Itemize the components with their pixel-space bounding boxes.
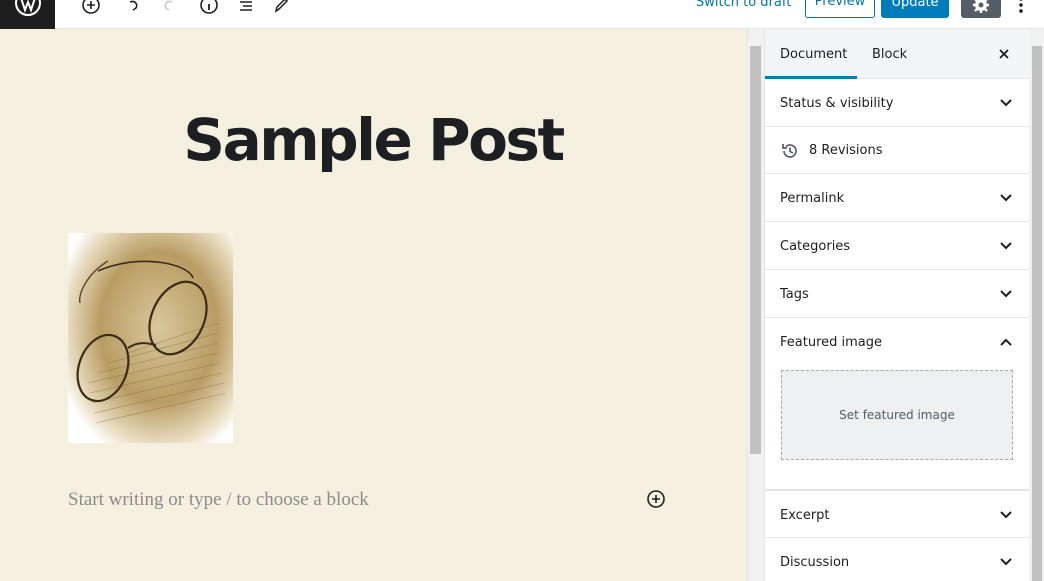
panel-status-visibility[interactable]: Status & visibility bbox=[765, 79, 1030, 127]
sidebar-tabs: Document Block bbox=[765, 29, 1030, 79]
editor-header: Switch to draft Preview Update bbox=[0, 0, 1044, 29]
close-icon bbox=[999, 49, 1009, 59]
image-block[interactable] bbox=[68, 233, 233, 443]
panel-title: Status & visibility bbox=[780, 96, 894, 111]
redo-button[interactable] bbox=[158, 0, 180, 16]
outline-button[interactable] bbox=[235, 0, 257, 16]
panel-featured-image: Featured image Set featured image bbox=[765, 318, 1030, 490]
edit-icon bbox=[274, 0, 289, 13]
gear-icon bbox=[973, 0, 989, 13]
redo-icon bbox=[164, 0, 173, 11]
panel-title: Discussion bbox=[780, 555, 850, 570]
block-placeholder[interactable]: Start writing or type / to choose a bloc… bbox=[68, 489, 369, 511]
tools-button[interactable] bbox=[270, 0, 292, 16]
inline-inserter-button[interactable] bbox=[646, 489, 666, 509]
panel-title: Tags bbox=[780, 287, 809, 302]
tab-document[interactable]: Document bbox=[765, 29, 857, 79]
tab-block[interactable]: Block bbox=[872, 29, 907, 79]
chevron-down-icon bbox=[998, 286, 1014, 302]
chevron-down-icon bbox=[998, 190, 1014, 206]
panel-title: Permalink bbox=[780, 191, 845, 206]
history-icon bbox=[782, 144, 797, 158]
update-button[interactable]: Update bbox=[881, 0, 949, 18]
close-sidebar-button[interactable] bbox=[995, 45, 1013, 63]
post-title[interactable]: Sample Post bbox=[68, 107, 678, 173]
panel-title: Excerpt bbox=[780, 508, 830, 523]
panel-excerpt[interactable]: Excerpt bbox=[765, 490, 1030, 538]
more-menu-button[interactable] bbox=[1012, 0, 1030, 18]
glasses-image bbox=[68, 233, 233, 443]
add-block-icon bbox=[647, 490, 665, 508]
panel-title: Categories bbox=[780, 239, 851, 254]
set-featured-image-button[interactable]: Set featured image bbox=[781, 370, 1013, 460]
preview-button[interactable]: Preview bbox=[805, 0, 875, 18]
chevron-down-icon bbox=[998, 507, 1014, 523]
canvas-scrollbar-thumb[interactable] bbox=[750, 46, 761, 454]
panel-discussion[interactable]: Discussion bbox=[765, 538, 1030, 581]
panel-categories[interactable]: Categories bbox=[765, 222, 1030, 270]
add-block-icon bbox=[82, 0, 100, 14]
switch-to-draft-link[interactable]: Switch to draft bbox=[696, 0, 791, 10]
wordpress-icon bbox=[14, 0, 41, 16]
add-block-button[interactable] bbox=[80, 0, 102, 16]
settings-button[interactable] bbox=[961, 0, 1001, 18]
info-icon bbox=[200, 0, 218, 14]
editor-canvas: Sample Post Start writing or type / to c… bbox=[0, 29, 747, 581]
sidebar-scrollbar-thumb[interactable] bbox=[1032, 46, 1042, 581]
panel-tags[interactable]: Tags bbox=[765, 270, 1030, 318]
info-button[interactable] bbox=[198, 0, 220, 16]
chevron-up-icon[interactable] bbox=[998, 334, 1014, 350]
panel-permalink[interactable]: Permalink bbox=[765, 174, 1030, 222]
chevron-down-icon bbox=[998, 95, 1014, 111]
revisions-link[interactable]: 8 Revisions bbox=[809, 143, 883, 158]
undo-icon bbox=[129, 0, 138, 11]
outline-icon bbox=[240, 1, 252, 11]
chevron-down-icon bbox=[998, 554, 1014, 570]
more-vertical-icon bbox=[1019, 0, 1023, 13]
undo-button[interactable] bbox=[122, 0, 144, 16]
wordpress-logo[interactable] bbox=[0, 0, 55, 29]
panel-title[interactable]: Featured image bbox=[780, 335, 882, 350]
chevron-down-icon bbox=[998, 238, 1014, 254]
panel-revisions[interactable]: 8 Revisions bbox=[765, 127, 1030, 174]
settings-sidebar: Document Block Status & visibility 8 Rev… bbox=[764, 29, 1030, 581]
